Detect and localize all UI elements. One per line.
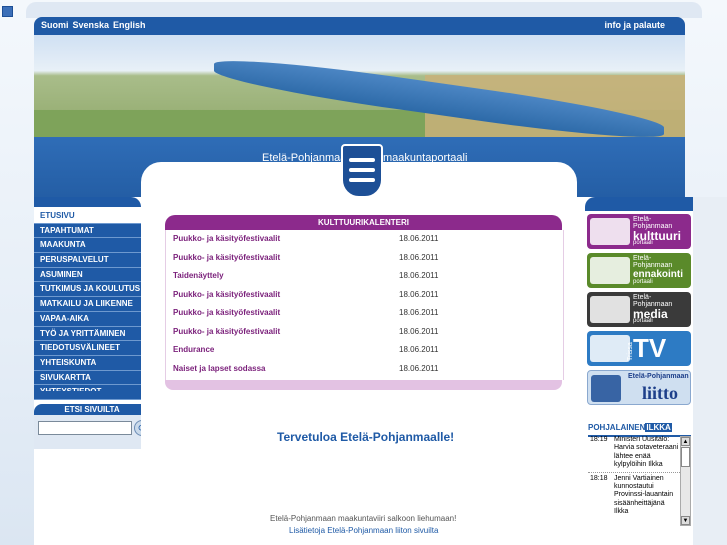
nav-item-tiedotus[interactable]: TIEDOTUSVÄLINEET — [34, 341, 141, 356]
event-title[interactable]: Naiset ja lapset sodassa — [173, 364, 266, 373]
lang-english[interactable]: English — [113, 20, 146, 30]
scroll-thumb[interactable] — [681, 447, 690, 467]
nav-item-maakunta[interactable]: MAAKUNTA — [34, 238, 141, 254]
trissa-tv-banner[interactable]: Trissa TV — [587, 331, 691, 366]
crest-wave — [349, 178, 375, 182]
search-panel: ⟳ — [34, 415, 150, 449]
list-item: Naiset ja lapset sodassa 18.06.2011 — [173, 364, 553, 378]
news-item: 18:18 Jenni Vartiainen kunnostautui Prov… — [588, 471, 680, 517]
nav-item-sivukartta[interactable]: SIVUKARTTA — [34, 370, 141, 386]
event-date: 18.06.2011 — [399, 252, 439, 262]
nav-item-tutkimus[interactable]: TUTKIMUS JA KOULUTUS — [34, 282, 141, 298]
news-item: 18:19 Ministeri Uusitalo: Harvia sotavet… — [588, 436, 680, 470]
nav-item-matkailu[interactable]: MATKAILU JA LIIKENNE — [34, 297, 141, 312]
event-date: 18.06.2011 — [399, 363, 439, 373]
main-nav: ETUSIVU TAPAHTUMAT MAAKUNTA PERUSPALVELU… — [34, 209, 141, 400]
forecast-portal-banner[interactable]: Etelä- Pohjanmaan ennakointi portaali — [587, 253, 691, 288]
search-heading: ETSI SIVUILTA — [34, 404, 150, 415]
news-time: 18:19 — [590, 436, 608, 443]
event-date: 18.06.2011 — [399, 308, 439, 317]
crest-wave — [349, 158, 375, 162]
banner-line1: Etelä- Pohjanmaan — [633, 255, 673, 269]
news-feed: 18:19 Ministeri Uusitalo: Harvia sotavet… — [588, 436, 680, 526]
liitto-banner[interactable]: Etelä-Pohjanmaan liitto — [587, 370, 691, 405]
list-item: Puukko- ja käsityöfestivaalit 18.06.2011 — [173, 308, 553, 322]
nav-item-etusivu[interactable]: ETUSIVU — [34, 209, 141, 224]
nav-item-asuminen[interactable]: ASUMINEN — [34, 267, 141, 283]
media-portal-banner[interactable]: Etelä- Pohjanmaan media portaali — [587, 292, 691, 327]
nav-item-tapahtumat[interactable]: TAPAHTUMAT — [34, 223, 141, 239]
header-bar: Suomi Svenska English info ja palaute — [34, 17, 685, 35]
culture-thumb — [590, 218, 630, 245]
page-icon — [2, 6, 13, 17]
info-feedback-link[interactable]: info ja palaute — [604, 20, 665, 30]
event-date: 18.06.2011 — [399, 234, 439, 243]
ilkka-brand-a: POHJALAINEN — [588, 423, 646, 432]
news-scrollbar[interactable]: ▲ ▼ — [680, 436, 691, 526]
banner-small: portaali — [633, 318, 653, 324]
welcome-heading: Tervetuloa Etelä-Pohjanmaalle! — [277, 430, 455, 444]
right-top-corner — [585, 197, 693, 211]
banner-line1: Etelä- Pohjanmaan — [633, 294, 673, 308]
list-item: Puukko- ja käsityöfestivaalit 18.06.2011 — [173, 290, 553, 304]
calendar-footer — [165, 380, 562, 390]
list-item: Puukko- ja käsityöfestivaalit 18.06.2011 — [173, 327, 553, 341]
list-item: Puukko- ja käsityöfestivaalit 18.06.2011 — [173, 253, 553, 267]
list-item: Endurance 18.06.2011 — [173, 345, 553, 359]
search-input[interactable] — [38, 421, 132, 435]
calendar-heading: KULTTUURIKALENTERI — [165, 215, 562, 230]
banner-small: portaali — [633, 240, 653, 246]
forecast-thumb — [590, 257, 630, 284]
banner-image — [34, 35, 685, 137]
culture-portal-banner[interactable]: Etelä- Pohjanmaan kulttuuri portaali — [587, 214, 691, 249]
event-title[interactable]: Endurance — [173, 345, 214, 354]
event-title[interactable]: Taidenäyttely — [173, 271, 224, 280]
scroll-down-icon[interactable]: ▼ — [681, 516, 690, 525]
news-headline[interactable]: Jenni Vartiainen kunnostautui Provinssi-… — [614, 475, 680, 517]
event-date: 18.06.2011 — [399, 289, 439, 299]
event-title[interactable]: Puukko- ja käsityöfestivaalit — [173, 234, 280, 243]
event-date: 18.06.2011 — [399, 326, 439, 336]
media-thumb — [590, 296, 630, 323]
scroll-up-icon[interactable]: ▲ — [681, 437, 690, 446]
flag-announcement: Etelä-Pohjanmaan maakuntaviiri salkoon l… — [270, 514, 457, 523]
language-links: Suomi Svenska English — [41, 20, 150, 30]
nav-item-tyo[interactable]: TYÖ JA YRITTÄMINEN — [34, 326, 141, 342]
calendar-list: Puukko- ja käsityöfestivaalit 18.06.2011 … — [165, 230, 564, 380]
ilkka-brand-b: ILKKA — [645, 423, 672, 432]
flag-more-link[interactable]: Lisätietoja Etelä-Pohjanmaan liiton sivu… — [289, 526, 438, 535]
liitto-big: liitto — [642, 383, 678, 403]
liitto-crest-icon — [591, 375, 621, 402]
nav-top-corner — [34, 197, 141, 207]
banner-line1: Etelä- Pohjanmaan — [633, 216, 673, 230]
nav-bottom-corner — [34, 391, 141, 399]
list-item: Puukko- ja käsityöfestivaalit 18.06.2011 — [173, 234, 553, 248]
nav-item-peruspalvelut[interactable]: PERUSPALVELUT — [34, 253, 141, 268]
ilkka-logo[interactable]: POHJALAINENILKKA — [588, 423, 691, 437]
list-item: Taidenäyttely 18.06.2011 — [173, 271, 553, 285]
news-headline[interactable]: Ministeri Uusitalo: Harvia sotaveteraani… — [614, 436, 680, 470]
banner-small: portaali — [633, 279, 653, 285]
event-title[interactable]: Puukko- ja käsityöfestivaalit — [173, 253, 280, 262]
event-date: 18.06.2011 — [399, 345, 439, 354]
nav-item-yhteiskunta[interactable]: YHTEISKUNTA — [34, 355, 141, 371]
crest-wave — [349, 168, 375, 172]
nav-item-vapaa-aika[interactable]: VAPAA-AIKA — [34, 311, 141, 327]
coat-of-arms-icon — [341, 144, 383, 198]
right-margin — [693, 197, 727, 545]
news-time: 18:18 — [590, 474, 608, 482]
lang-svenska[interactable]: Svenska — [73, 20, 110, 30]
event-title[interactable]: Puukko- ja käsityöfestivaalit — [173, 308, 280, 317]
portal-name: maakuntaportaali — [383, 152, 468, 164]
top-shadow — [26, 2, 702, 18]
event-title[interactable]: Puukko- ja käsityöfestivaalit — [173, 327, 280, 336]
event-date: 18.06.2011 — [399, 271, 439, 280]
liitto-line1: Etelä-Pohjanmaan — [628, 373, 689, 380]
lang-suomi[interactable]: Suomi — [41, 20, 69, 30]
region-name: Etelä-Pohjanmaa — [262, 152, 347, 164]
tv-label: TV — [633, 333, 667, 363]
event-title[interactable]: Puukko- ja käsityöfestivaalit — [173, 290, 280, 299]
tv-thumb — [590, 335, 630, 362]
